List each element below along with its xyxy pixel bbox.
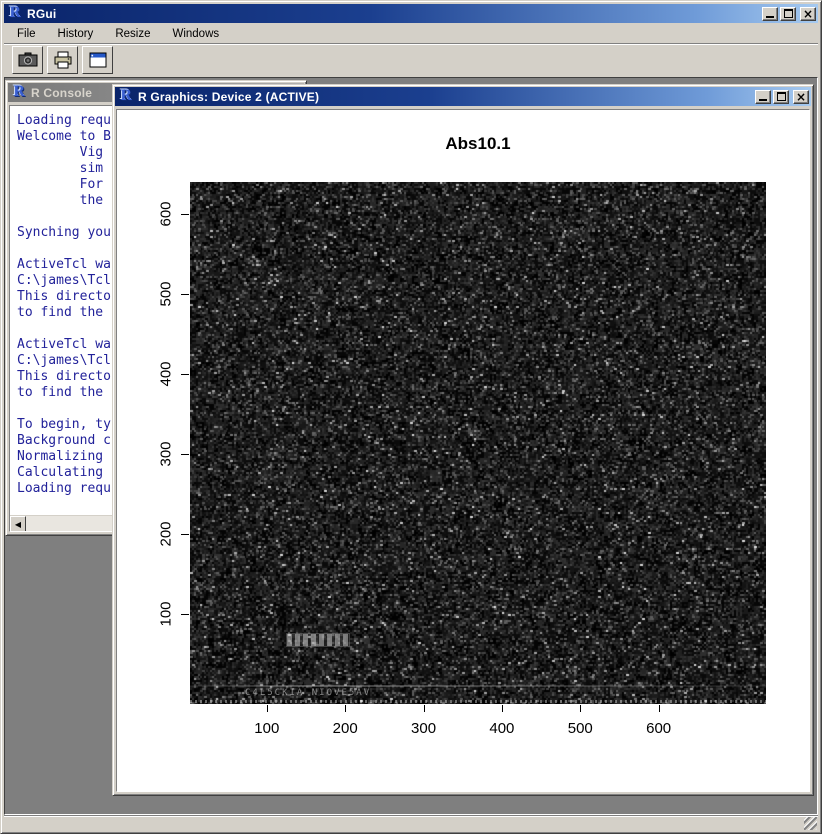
console-title: R Console (31, 86, 92, 100)
x-axis-tick (502, 705, 503, 712)
scan-dotted-line-artifact (190, 700, 766, 703)
rgui-main-window: R RGui × File History Resize Windows (0, 0, 822, 834)
printer-icon (52, 51, 74, 69)
graphics-maximize-button[interactable] (773, 90, 789, 104)
maximize-icon (784, 9, 793, 18)
y-axis-tick (181, 454, 189, 455)
y-axis-tick (181, 534, 189, 535)
camera-icon (17, 51, 39, 69)
x-axis-tick (267, 705, 268, 712)
status-bar (4, 816, 818, 831)
scan-streak-artifact (190, 685, 766, 687)
maximize-icon (777, 92, 786, 101)
graphics-client: Abs10.1 C4L5CKIA NIOVE5AV 100 200 300 400 50… (116, 109, 810, 792)
y-axis-tick-label: 500 (158, 282, 175, 307)
plot-title: Abs10.1 (190, 134, 766, 154)
y-axis-tick-label: 400 (158, 362, 175, 387)
y-axis-tick (181, 294, 189, 295)
x-axis-tick (424, 705, 425, 712)
y-axis-tick-label: 200 (158, 522, 175, 547)
y-axis-tick (181, 214, 189, 215)
maximize-button[interactable] (780, 7, 796, 21)
x-axis-tick (580, 705, 581, 712)
x-axis-tick-label: 200 (333, 720, 358, 737)
r-graphics-window[interactable]: R R Graphics: Device 2 (ACTIVE) × Abs10.… (112, 84, 814, 796)
x-axis-tick-label: 400 (489, 720, 514, 737)
minimize-icon (759, 99, 767, 101)
menu-history[interactable]: History (52, 26, 100, 42)
graphics-title: R Graphics: Device 2 (ACTIVE) (138, 90, 319, 104)
x-axis-tick (659, 705, 660, 712)
new-window-icon (87, 51, 109, 69)
menu-file[interactable]: File (11, 26, 42, 42)
x-axis-tick-label: 600 (646, 720, 671, 737)
r-logo-icon: R (11, 85, 27, 100)
x-axis-tick-label: 300 (411, 720, 436, 737)
minimize-icon (766, 16, 774, 18)
scan-barcode-artifact (287, 634, 349, 646)
x-axis-tick-label: 100 (254, 720, 279, 737)
y-axis-tick-label: 600 (158, 202, 175, 227)
print-button[interactable] (47, 46, 78, 74)
x-axis-tick (345, 705, 346, 712)
y-axis-tick (181, 614, 189, 615)
close-icon: × (803, 9, 813, 19)
minimize-button[interactable] (762, 7, 778, 21)
x-axis-tick-label: 500 (568, 720, 593, 737)
close-button[interactable]: × (800, 7, 816, 21)
mdi-client-area: R R Console Loading requ Welcome to B Vi… (4, 77, 818, 815)
plot-area: Abs10.1 C4L5CKIA NIOVE5AV 100 200 300 400 50… (117, 110, 809, 791)
menu-resize[interactable]: Resize (109, 26, 156, 42)
menu-windows[interactable]: Windows (166, 26, 225, 42)
graphics-minimize-button[interactable] (755, 90, 771, 104)
main-titlebar[interactable]: R RGui × (4, 4, 818, 23)
r-logo-icon: R (7, 6, 23, 21)
new-window-button[interactable] (82, 46, 113, 74)
microarray-scan-image (190, 182, 766, 704)
main-window-title: RGui (27, 7, 56, 21)
graphics-close-button[interactable]: × (793, 90, 809, 104)
graphics-titlebar[interactable]: R R Graphics: Device 2 (ACTIVE) × (115, 87, 811, 106)
camera-button[interactable] (12, 46, 43, 74)
main-window-controls: × (762, 7, 816, 21)
scroll-left-button[interactable]: ◀ (10, 516, 26, 532)
scan-embedded-text: C4L5CKIA NIOVE5AV (245, 688, 371, 698)
menu-bar: File History Resize Windows (4, 24, 818, 43)
graphics-window-controls: × (755, 90, 809, 104)
y-axis-tick-label: 300 (158, 442, 175, 467)
scroll-left-arrow-icon: ◀ (15, 520, 21, 529)
r-logo-icon: R (118, 89, 134, 104)
y-axis-tick (181, 374, 189, 375)
resize-grip[interactable] (804, 817, 817, 830)
y-axis-tick-label: 100 (158, 602, 175, 627)
toolbar (4, 43, 818, 76)
close-icon: × (796, 92, 806, 102)
